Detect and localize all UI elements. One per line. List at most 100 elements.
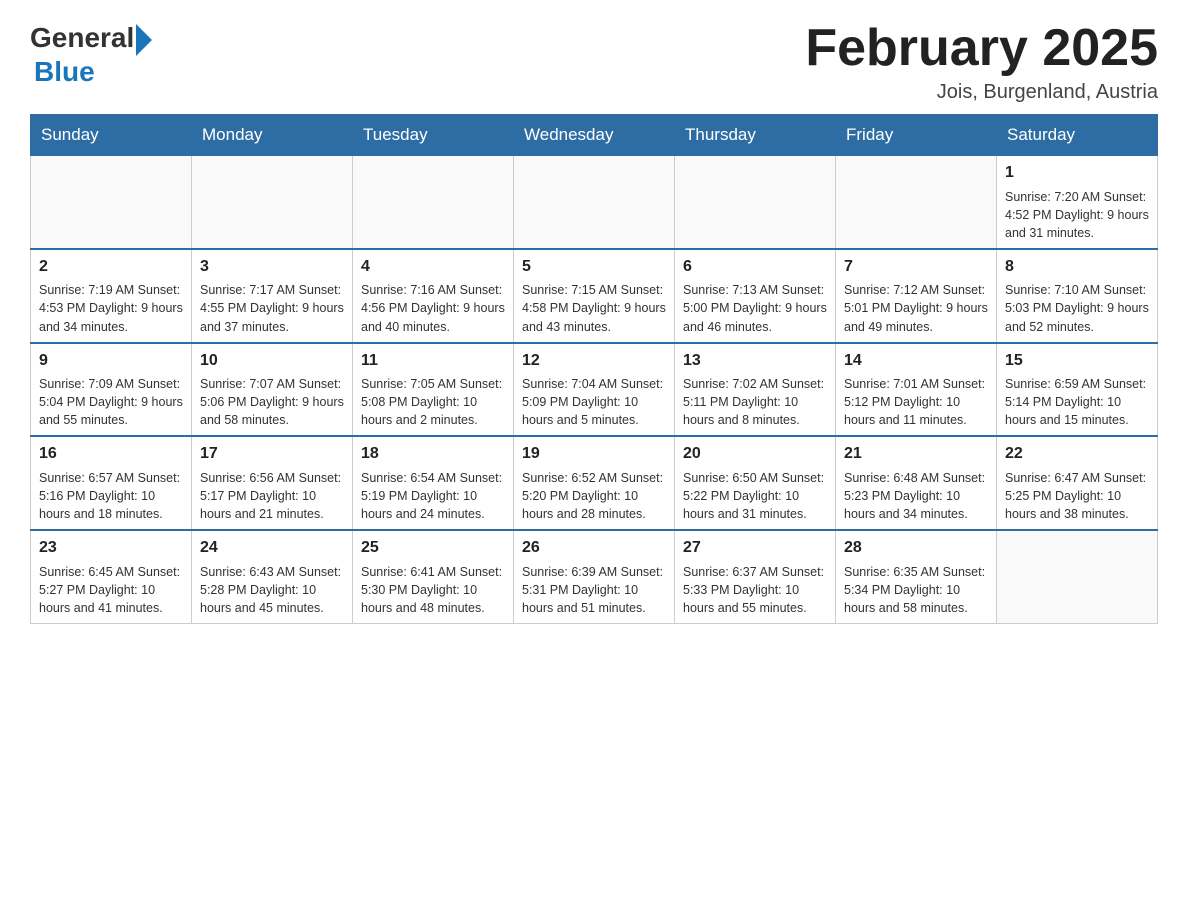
table-row: 20 Sunrise: 6:50 AM Sunset: 5:22 PM Dayli…: [675, 436, 836, 530]
table-row: 3 Sunrise: 7:17 AM Sunset: 4:55 PM Daylig…: [192, 249, 353, 343]
table-row: [997, 530, 1158, 623]
table-row: 18 Sunrise: 6:54 AM Sunset: 5:19 PM Dayli…: [353, 436, 514, 530]
day-number: 27: [683, 537, 827, 559]
day-number: 7: [844, 256, 988, 278]
page-header: General Blue February 2025 Jois, Burgenl…: [30, 20, 1158, 104]
table-row: 4 Sunrise: 7:16 AM Sunset: 4:56 PM Daylig…: [353, 249, 514, 343]
header-tuesday: Tuesday: [353, 115, 514, 156]
day-number: 12: [522, 350, 666, 372]
day-info: Sunrise: 7:07 AM Sunset: 5:06 PM Dayligh…: [200, 375, 344, 429]
table-row: 10 Sunrise: 7:07 AM Sunset: 5:06 PM Dayli…: [192, 343, 353, 437]
day-info: Sunrise: 6:52 AM Sunset: 5:20 PM Dayligh…: [522, 469, 666, 523]
header-monday: Monday: [192, 115, 353, 156]
day-info: Sunrise: 7:20 AM Sunset: 4:52 PM Dayligh…: [1005, 188, 1149, 242]
location-subtitle: Jois, Burgenland, Austria: [805, 81, 1158, 104]
day-info: Sunrise: 6:48 AM Sunset: 5:23 PM Dayligh…: [844, 469, 988, 523]
table-row: 2Sunrise: 7:19 AM Sunset: 4:53 PM Daylig…: [31, 249, 192, 343]
day-number: 6: [683, 256, 827, 278]
day-number: 4: [361, 256, 505, 278]
calendar-week-row: 1 Sunrise: 7:20 AM Sunset: 4:52 PM Daylig…: [31, 156, 1158, 249]
table-row: [675, 156, 836, 249]
title-area: February 2025 Jois, Burgenland, Austria: [805, 20, 1158, 104]
day-info: Sunrise: 7:16 AM Sunset: 4:56 PM Dayligh…: [361, 281, 505, 335]
table-row: 25 Sunrise: 6:41 AM Sunset: 5:30 PM Dayli…: [353, 530, 514, 623]
day-number: 18: [361, 443, 505, 465]
day-number: 8: [1005, 256, 1149, 278]
day-info: Sunrise: 7:10 AM Sunset: 5:03 PM Dayligh…: [1005, 281, 1149, 335]
day-number: 13: [683, 350, 827, 372]
table-row: 22 Sunrise: 6:47 AM Sunset: 5:25 PM Dayli…: [997, 436, 1158, 530]
logo: General Blue: [30, 20, 152, 88]
day-info: Sunrise: 6:39 AM Sunset: 5:31 PM Dayligh…: [522, 563, 666, 617]
header-friday: Friday: [836, 115, 997, 156]
table-row: [192, 156, 353, 249]
month-title: February 2025: [805, 20, 1158, 77]
day-number: 22: [1005, 443, 1149, 465]
day-info: Sunrise: 6:47 AM Sunset: 5:25 PM Dayligh…: [1005, 469, 1149, 523]
header-wednesday: Wednesday: [514, 115, 675, 156]
day-number: 24: [200, 537, 344, 559]
table-row: 15 Sunrise: 6:59 AM Sunset: 5:14 PM Dayli…: [997, 343, 1158, 437]
day-number: 28: [844, 537, 988, 559]
logo-general-text: General: [30, 22, 134, 54]
day-info: Sunrise: 6:45 AM Sunset: 5:27 PM Dayligh…: [39, 563, 183, 617]
table-row: [31, 156, 192, 249]
day-number: 23: [39, 537, 183, 559]
table-row: 9 Sunrise: 7:09 AM Sunset: 5:04 PM Daylig…: [31, 343, 192, 437]
table-row: [514, 156, 675, 249]
calendar-table: Sunday Monday Tuesday Wednesday Thursday…: [30, 114, 1158, 624]
day-info: Sunrise: 7:05 AM Sunset: 5:08 PM Dayligh…: [361, 375, 505, 429]
table-row: 23 Sunrise: 6:45 AM Sunset: 5:27 PM Dayli…: [31, 530, 192, 623]
day-info: Sunrise: 7:17 AM Sunset: 4:55 PM Dayligh…: [200, 281, 344, 335]
day-number: 3: [200, 256, 344, 278]
calendar-week-row: 23 Sunrise: 6:45 AM Sunset: 5:27 PM Dayli…: [31, 530, 1158, 623]
calendar-week-row: 2Sunrise: 7:19 AM Sunset: 4:53 PM Daylig…: [31, 249, 1158, 343]
table-row: 24Sunrise: 6:43 AM Sunset: 5:28 PM Dayli…: [192, 530, 353, 623]
table-row: 19 Sunrise: 6:52 AM Sunset: 5:20 PM Dayli…: [514, 436, 675, 530]
table-row: 12Sunrise: 7:04 AM Sunset: 5:09 PM Dayli…: [514, 343, 675, 437]
day-info: Sunrise: 7:02 AM Sunset: 5:11 PM Dayligh…: [683, 375, 827, 429]
day-info: Sunrise: 6:56 AM Sunset: 5:17 PM Dayligh…: [200, 469, 344, 523]
day-number: 20: [683, 443, 827, 465]
day-info: Sunrise: 6:50 AM Sunset: 5:22 PM Dayligh…: [683, 469, 827, 523]
day-number: 19: [522, 443, 666, 465]
table-row: 13 Sunrise: 7:02 AM Sunset: 5:11 PM Dayli…: [675, 343, 836, 437]
day-number: 10: [200, 350, 344, 372]
day-number: 2: [39, 256, 183, 278]
table-row: 7Sunrise: 7:12 AM Sunset: 5:01 PM Daylig…: [836, 249, 997, 343]
day-number: 9: [39, 350, 183, 372]
day-number: 25: [361, 537, 505, 559]
day-number: 5: [522, 256, 666, 278]
day-info: Sunrise: 6:57 AM Sunset: 5:16 PM Dayligh…: [39, 469, 183, 523]
calendar-week-row: 16Sunrise: 6:57 AM Sunset: 5:16 PM Dayli…: [31, 436, 1158, 530]
day-info: Sunrise: 6:54 AM Sunset: 5:19 PM Dayligh…: [361, 469, 505, 523]
day-info: Sunrise: 6:59 AM Sunset: 5:14 PM Dayligh…: [1005, 375, 1149, 429]
day-number: 1: [1005, 162, 1149, 184]
table-row: 5Sunrise: 7:15 AM Sunset: 4:58 PM Daylig…: [514, 249, 675, 343]
day-info: Sunrise: 7:01 AM Sunset: 5:12 PM Dayligh…: [844, 375, 988, 429]
table-row: 11Sunrise: 7:05 AM Sunset: 5:08 PM Dayli…: [353, 343, 514, 437]
table-row: 28 Sunrise: 6:35 AM Sunset: 5:34 PM Dayli…: [836, 530, 997, 623]
table-row: 8 Sunrise: 7:10 AM Sunset: 5:03 PM Daylig…: [997, 249, 1158, 343]
header-sunday: Sunday: [31, 115, 192, 156]
table-row: 26Sunrise: 6:39 AM Sunset: 5:31 PM Dayli…: [514, 530, 675, 623]
logo-arrow-icon: [136, 24, 152, 56]
day-info: Sunrise: 6:37 AM Sunset: 5:33 PM Dayligh…: [683, 563, 827, 617]
day-info: Sunrise: 6:35 AM Sunset: 5:34 PM Dayligh…: [844, 563, 988, 617]
table-row: 1 Sunrise: 7:20 AM Sunset: 4:52 PM Daylig…: [997, 156, 1158, 249]
table-row: 16Sunrise: 6:57 AM Sunset: 5:16 PM Dayli…: [31, 436, 192, 530]
header-thursday: Thursday: [675, 115, 836, 156]
day-info: Sunrise: 6:41 AM Sunset: 5:30 PM Dayligh…: [361, 563, 505, 617]
logo-blue-text: Blue: [34, 56, 95, 88]
day-number: 14: [844, 350, 988, 372]
day-number: 15: [1005, 350, 1149, 372]
day-number: 17: [200, 443, 344, 465]
table-row: 27 Sunrise: 6:37 AM Sunset: 5:33 PM Dayli…: [675, 530, 836, 623]
day-info: Sunrise: 7:13 AM Sunset: 5:00 PM Dayligh…: [683, 281, 827, 335]
table-row: [353, 156, 514, 249]
table-row: 14 Sunrise: 7:01 AM Sunset: 5:12 PM Dayli…: [836, 343, 997, 437]
day-info: Sunrise: 7:09 AM Sunset: 5:04 PM Dayligh…: [39, 375, 183, 429]
table-row: 6 Sunrise: 7:13 AM Sunset: 5:00 PM Daylig…: [675, 249, 836, 343]
day-number: 21: [844, 443, 988, 465]
table-row: [836, 156, 997, 249]
